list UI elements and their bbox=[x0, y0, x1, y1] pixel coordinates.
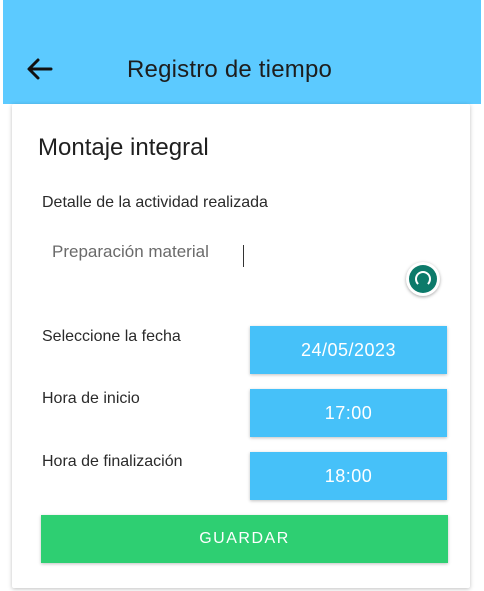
date-picker-button[interactable]: 24/05/2023 bbox=[250, 326, 447, 374]
start-time-button[interactable]: 17:00 bbox=[250, 389, 447, 437]
arrow-left-icon[interactable] bbox=[25, 54, 55, 84]
text-selection-handle[interactable] bbox=[406, 262, 440, 296]
end-time-label: Hora de finalización bbox=[42, 453, 183, 470]
activity-title: Montaje integral bbox=[38, 134, 209, 161]
text-cursor bbox=[243, 245, 244, 267]
detail-input[interactable] bbox=[42, 242, 372, 262]
detail-label: Detalle de la actividad realizada bbox=[42, 194, 268, 211]
start-time-label: Hora de inicio bbox=[42, 390, 140, 407]
date-label: Seleccione la fecha bbox=[42, 328, 181, 345]
app-bar: Registro de tiempo bbox=[3, 0, 481, 104]
end-time-button[interactable]: 18:00 bbox=[250, 452, 447, 500]
selection-handle-icon bbox=[409, 265, 437, 293]
save-button[interactable]: GUARDAR bbox=[41, 515, 448, 563]
form-card: Montaje integral Detalle de la actividad… bbox=[12, 104, 470, 588]
page-title: Registro de tiempo bbox=[127, 56, 333, 83]
